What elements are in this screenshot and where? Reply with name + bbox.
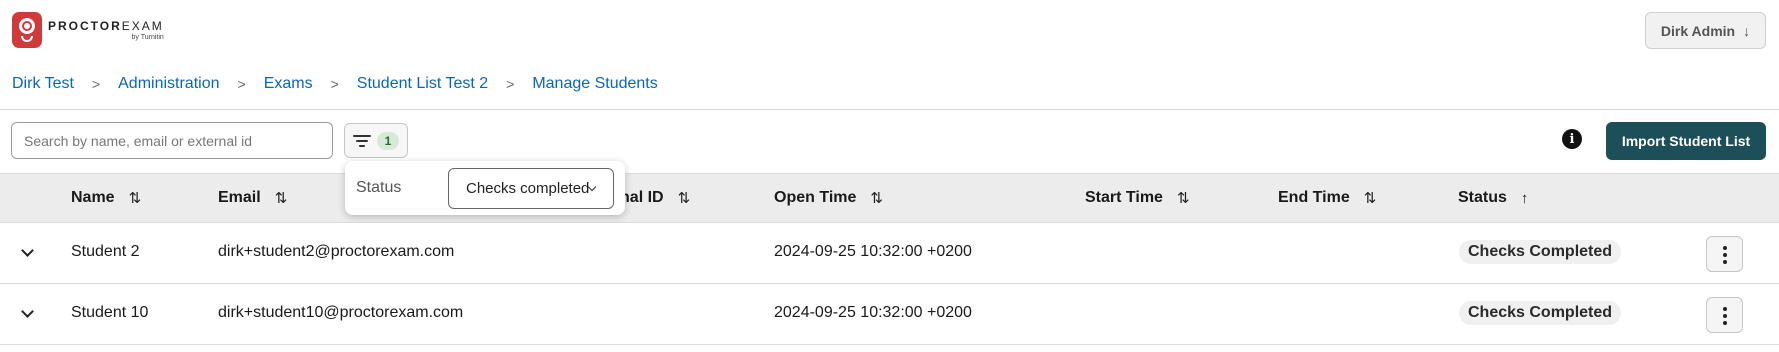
expand-chevron-icon[interactable] (20, 245, 36, 261)
cell-open-time: 2024-09-25 10:32:00 +0200 (774, 243, 972, 260)
chevron-right-icon: > (91, 76, 101, 92)
row-actions-button[interactable] (1706, 236, 1743, 272)
cell-email: dirk+student10@proctorexam.com (218, 304, 464, 321)
breadcrumb-item-manage-students[interactable]: Manage Students (532, 75, 657, 93)
filter-count-badge: 1 (377, 131, 399, 150)
logo-brand-text: PROCTOREXAM (48, 19, 164, 33)
table-row: Student 10 dirk+student10@proctorexam.co… (0, 284, 1779, 345)
user-menu-button[interactable]: Dirk Admin ↓ (1645, 12, 1766, 49)
header-divider (0, 109, 1779, 110)
column-header-open-time[interactable]: Open Time ⇅ (774, 189, 883, 207)
more-vertical-icon (1723, 246, 1727, 250)
chevron-right-icon: > (330, 76, 339, 92)
cell-name: Student 10 (71, 304, 149, 321)
search-input[interactable] (11, 122, 333, 159)
more-vertical-icon (1723, 307, 1727, 311)
table-header: Name ⇅ Email ⇅ External ID ⇅ Open Time ⇅… (0, 173, 1779, 223)
filter-button[interactable]: 1 (344, 123, 408, 158)
column-header-status[interactable]: Status ↑ (1458, 189, 1528, 207)
table-row: Student 2 dirk+student2@proctorexam.com … (0, 223, 1779, 284)
status-filter-popover: Status Checks completed (345, 161, 625, 215)
column-header-end-time[interactable]: End Time ⇅ (1278, 189, 1376, 207)
sort-icon[interactable]: ⇅ (1364, 189, 1376, 207)
cell-email: dirk+student2@proctorexam.com (218, 243, 455, 260)
sort-icon[interactable]: ⇅ (275, 189, 287, 207)
chevron-right-icon: > (237, 76, 246, 92)
column-header-start-time[interactable]: Start Time ⇅ (1085, 189, 1189, 207)
logo-icon (12, 12, 42, 48)
expand-chevron-icon[interactable] (20, 306, 36, 322)
user-name-label: Dirk Admin (1660, 22, 1736, 39)
sort-icon[interactable]: ⇅ (129, 189, 141, 207)
row-actions-button[interactable] (1706, 297, 1743, 333)
sort-ascending-icon[interactable]: ↑ (1521, 190, 1528, 207)
status-filter-label: Status (356, 179, 402, 196)
arrow-down-icon: ↓ (1743, 22, 1751, 39)
breadcrumb-item-exams[interactable]: Exams (264, 75, 313, 93)
column-header-email[interactable]: Email ⇅ (218, 189, 287, 207)
logo-sub-text: by Turnitin (131, 34, 164, 41)
sort-icon[interactable]: ⇅ (1177, 189, 1189, 207)
import-student-list-button[interactable]: Import Student List (1606, 122, 1766, 160)
breadcrumb: Dirk Test > Administration > Exams > Stu… (12, 75, 658, 93)
sort-icon[interactable]: ⇅ (870, 189, 882, 207)
sort-icon[interactable]: ⇅ (678, 189, 690, 207)
status-filter-select[interactable]: Checks completed (448, 168, 614, 209)
status-filter-value: Checks completed (466, 180, 590, 197)
cell-open-time: 2024-09-25 10:32:00 +0200 (774, 304, 972, 321)
filter-icon (353, 134, 371, 148)
breadcrumb-item-student-list[interactable]: Student List Test 2 (357, 75, 488, 93)
cell-name: Student 2 (71, 243, 140, 260)
proctorexam-logo[interactable]: PROCTOREXAM by Turnitin (12, 12, 164, 48)
status-badge: Checks Completed (1459, 301, 1622, 325)
status-badge: Checks Completed (1459, 240, 1622, 264)
column-header-name[interactable]: Name ⇅ (71, 189, 141, 207)
app-header: PROCTOREXAM by Turnitin Dirk Admin ↓ (0, 0, 1779, 60)
breadcrumb-item-dirk-test[interactable]: Dirk Test (12, 75, 74, 93)
chevron-right-icon: > (506, 76, 515, 92)
info-icon[interactable]: i (1562, 129, 1582, 149)
breadcrumb-item-administration[interactable]: Administration (118, 75, 219, 93)
